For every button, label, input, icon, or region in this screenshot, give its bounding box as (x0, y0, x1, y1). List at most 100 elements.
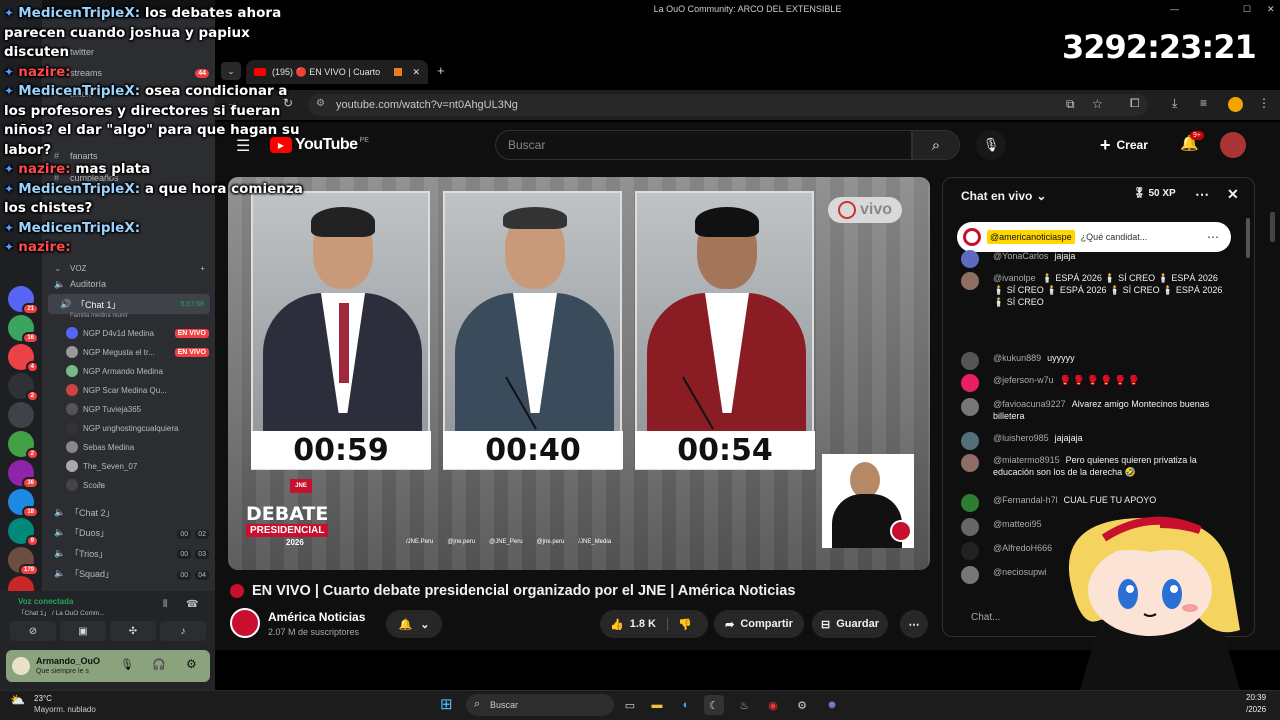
voice-channel[interactable]: 🔈 「Trios」 00 03 (42, 543, 215, 563)
server-icon[interactable] (8, 402, 34, 428)
voice-member[interactable]: Sco∂в (66, 476, 215, 494)
voice-member[interactable]: The_Seven_07 (66, 457, 215, 475)
save-button[interactable]: ⊟ Guardar (812, 610, 888, 638)
soundboard-button[interactable]: ♪ (160, 621, 206, 641)
file-explorer-icon[interactable]: ▬ (647, 695, 667, 715)
chrome-icon[interactable]: ◉ (763, 695, 783, 715)
create-button[interactable]: + Crear (1100, 130, 1148, 160)
signal-icon[interactable]: ⫴ (163, 599, 167, 610)
extensions-icon[interactable]: ⧠ (1130, 96, 1140, 111)
share-button[interactable]: ➦ Compartir (714, 610, 804, 638)
close-tab-icon[interactable]: ✕ (412, 67, 420, 78)
page-scrollbar[interactable] (1270, 212, 1275, 242)
more-actions-button[interactable]: ⋯ (900, 610, 928, 638)
chat-mode-dropdown[interactable]: Chat en vivo (961, 189, 1032, 203)
task-view-icon[interactable]: ▭ (620, 695, 640, 715)
server-icon[interactable]: 21 (8, 286, 39, 315)
chat-message[interactable]: @YonaCarlos jajaja (961, 250, 1231, 268)
chat-message[interactable]: @jeferson-w7u 🥊 🥊 🥊 🥊 🥊 🥊 (961, 374, 1231, 392)
media-control-icon[interactable]: ≡ (1200, 96, 1207, 110)
bookmark-star-icon[interactable]: ☆ (1092, 97, 1103, 111)
channel-avatar[interactable] (230, 608, 260, 638)
voice-channel[interactable]: 🔈 「Chat 2」 (42, 502, 215, 522)
channel-name[interactable]: América Noticias (268, 610, 365, 624)
chat-author[interactable]: @luishero985 (993, 433, 1049, 443)
server-icon[interactable]: 18 (8, 489, 39, 518)
chat-message[interactable]: @Fernandal-h7l CUAL FUE TU APOYO (961, 494, 1231, 512)
camera-off-button[interactable]: ⊘ (10, 621, 56, 641)
chat-author[interactable]: @favioacuna9227 (993, 399, 1066, 409)
discord-icon[interactable]: ☻ (822, 695, 842, 715)
server-icon[interactable]: 36 (8, 460, 39, 489)
taskbar-search[interactable]: ⌕ Buscar (466, 694, 614, 716)
search-input[interactable]: Buscar (495, 130, 912, 160)
chat-author[interactable]: @matteoi95 (993, 519, 1042, 529)
profile-avatar[interactable] (1228, 97, 1243, 112)
site-info-icon[interactable]: ⚙ (316, 98, 325, 109)
settings-icon[interactable]: ⚙ (792, 695, 812, 715)
activities-button[interactable]: ✣ (110, 621, 156, 641)
voice-member[interactable]: NGP Megusta el tr... EN VIVO (66, 343, 215, 361)
add-channel-icon[interactable]: + (200, 264, 205, 273)
chat-author[interactable]: @jeferson-w7u (993, 375, 1054, 385)
menu-icon[interactable]: ⋮ (1258, 96, 1270, 110)
close-chat-icon[interactable]: ✕ (1227, 186, 1239, 203)
new-tab-button[interactable]: + (437, 63, 445, 78)
chat-author[interactable]: @YonaCarlos (993, 251, 1048, 261)
microphone-icon[interactable]: 🎙 (120, 658, 134, 671)
chat-author[interactable]: @miatermo8915 (993, 455, 1060, 465)
voice-member[interactable]: NGP Scar Medina Qu... (66, 381, 215, 399)
voice-member[interactable]: NGP Armando Medina (66, 362, 215, 380)
audio-icon[interactable] (394, 68, 403, 76)
download-icon[interactable]: ⤓ (1172, 96, 1177, 111)
steam-icon[interactable]: ♨ (734, 695, 754, 715)
server-icon[interactable]: 2 (8, 431, 39, 460)
thumbs-down-icon[interactable]: 👎 (667, 617, 692, 631)
like-button[interactable]: 👍 1.8 K 👎 (600, 610, 708, 638)
address-bar[interactable]: ⚙ youtube.com/watch?v=nt0AhgUL3Ng ⧉ ☆ (308, 94, 1148, 116)
voice-member[interactable]: Sebas Medina (66, 438, 215, 456)
start-button[interactable]: ⊞ (440, 695, 453, 713)
install-app-icon[interactable]: ⧉ (1066, 97, 1075, 112)
gear-icon[interactable]: ⚙ (186, 657, 197, 671)
voice-search-button[interactable]: 🎙 (976, 130, 1006, 160)
server-icon[interactable]: 179 (8, 547, 39, 576)
chat-message[interactable]: @ivanolpe 🕯️ ESPÁ 2026 🕯️ SÍ CREO 🕯️ ESPÁ… (961, 272, 1231, 308)
voice-member[interactable]: NGP D4v1d Medina EN VIVO (66, 324, 215, 342)
maximize-icon[interactable]: ☐ (1243, 0, 1251, 18)
headphones-icon[interactable]: 🎧 (152, 658, 166, 671)
app-icon[interactable]: ☾ (704, 695, 724, 715)
channel-chat-1[interactable]: 🔊 「Chat 1」 5:57:58 (48, 294, 210, 314)
chat-message[interactable]: @miatermo8915 Pero quienes quieren privat… (961, 454, 1231, 478)
xp-badge[interactable]: 🎖 50 XP (1133, 188, 1176, 199)
minimize-icon[interactable]: — (1170, 0, 1179, 18)
channel-auditoria[interactable]: 🔈 Auditoría (42, 274, 215, 294)
chat-scrollbar[interactable] (1246, 218, 1250, 258)
avatar[interactable] (12, 657, 30, 675)
server-icon[interactable]: 2 (8, 373, 39, 402)
chat-author[interactable]: @neciosupwi (993, 567, 1047, 577)
voice-channel[interactable]: 🔈 「Duos」 00 02 (42, 523, 215, 543)
notifications-button[interactable]: 🔔 9+ (1180, 131, 1204, 152)
voice-member[interactable]: NGP Tuvieja365 (66, 400, 215, 418)
server-icon[interactable]: 9 (8, 518, 39, 547)
subscribe-bell-button[interactable]: 🔔 ⌄ (386, 610, 442, 638)
chat-author[interactable]: @kukun889 (993, 353, 1041, 363)
video-player[interactable]: 00:59 00:40 00:54 vivo JNE DEBATE PRESID… (228, 177, 930, 570)
server-icon[interactable]: 16 (8, 315, 39, 344)
edge-icon[interactable]: ◐ (676, 695, 696, 715)
more-options-icon[interactable]: ⋯ (1207, 230, 1219, 244)
weather-icon[interactable]: ⛅ (10, 693, 25, 707)
search-button[interactable]: ⌕ (912, 130, 960, 160)
more-options-icon[interactable]: ⋯ (1195, 186, 1209, 203)
close-icon[interactable]: ✕ (1267, 0, 1275, 18)
chat-author[interactable]: @Fernandal-h7l (993, 495, 1058, 505)
chat-author[interactable]: @ivanolpe (993, 273, 1036, 283)
disconnect-icon[interactable]: ☎ (186, 599, 198, 610)
server-icon[interactable]: 4 (8, 344, 39, 373)
voice-location[interactable]: 「Chat 1」 / La OuO Comm... (18, 607, 105, 617)
chat-message[interactable]: @kukun889 uyyyyy (961, 352, 1231, 370)
voice-member[interactable]: NGP unghostingcualquiera (66, 419, 215, 437)
chat-message[interactable]: @favioacuna9227 Alvarez amigo Montecinos … (961, 398, 1231, 422)
account-avatar[interactable] (1220, 132, 1246, 158)
